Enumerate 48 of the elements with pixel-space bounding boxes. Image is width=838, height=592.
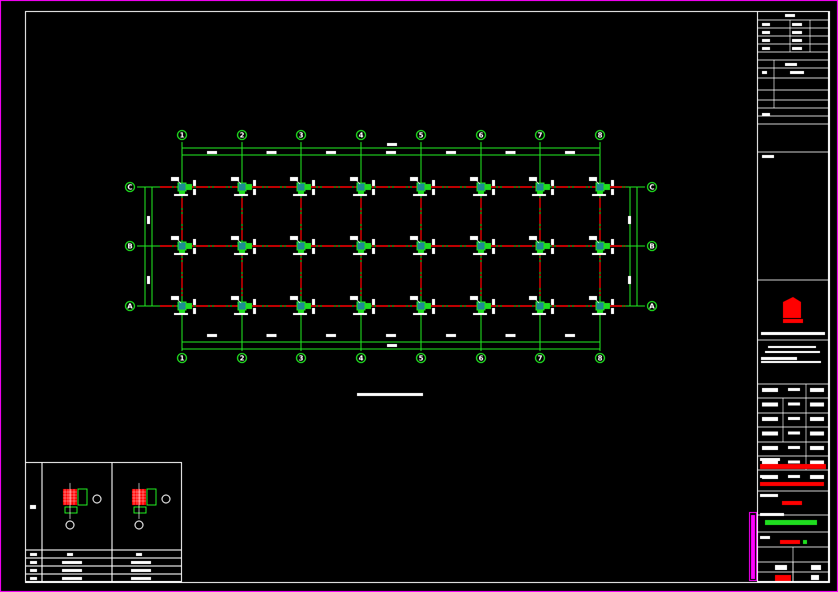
axis-bubble: [534, 352, 546, 364]
column-marker-drawing: [529, 296, 554, 315]
column-marker-drawing: [410, 296, 435, 315]
column-marker-drawing: [470, 177, 495, 196]
axis-bubble: [356, 130, 366, 140]
axis-bubble: [646, 240, 658, 252]
axis-bubble: [476, 130, 486, 140]
column-marker-drawing: [231, 296, 256, 315]
axis-bubble: [646, 300, 658, 312]
column-marker-drawing: [171, 296, 196, 315]
column-marker-drawing: [171, 177, 196, 196]
axis-bubble: [534, 130, 546, 140]
stamp-drawing: [749, 512, 757, 581]
column-marker-drawing: [290, 177, 315, 196]
column-marker-drawing: [589, 177, 614, 196]
axis-bubble: [646, 182, 658, 192]
column-marker-drawing: [589, 236, 614, 255]
column-marker-drawing: [350, 296, 375, 315]
axis-bubble: [124, 300, 136, 312]
column-marker-drawing: [231, 177, 256, 196]
column-marker-drawing: [470, 236, 495, 255]
column-marker-drawing: [350, 177, 375, 196]
axis-bubble: [236, 352, 248, 364]
column-marker-drawing: [171, 236, 196, 255]
axis-bubble: [296, 130, 306, 140]
column-marker-drawing: [290, 296, 315, 315]
axis-bubble: [416, 352, 426, 364]
axis-bubble: [594, 352, 606, 364]
column-marker-drawing: [410, 177, 435, 196]
column-marker-drawing: [231, 236, 256, 255]
axis-bubble: [416, 130, 426, 140]
axis-bubble: [296, 352, 306, 364]
column-marker-drawing: [410, 236, 435, 255]
axis-bubble: [176, 130, 188, 140]
column-marker-drawing: [290, 236, 315, 255]
axis-bubble: [594, 130, 606, 140]
column-marker-drawing: [470, 296, 495, 315]
axis-bubble: [124, 240, 136, 252]
axis-bubble: [124, 182, 136, 192]
axis-bubble: [356, 352, 366, 364]
column-marker-drawing: [529, 177, 554, 196]
axis-bubble: [176, 352, 188, 364]
axis-bubble: [236, 130, 248, 140]
axis-bubble: [476, 352, 486, 364]
column-marker-drawing: [529, 236, 554, 255]
plan-title-bar: [357, 393, 423, 396]
column-marker-drawing: [350, 236, 375, 255]
column-marker-drawing: [589, 296, 614, 315]
